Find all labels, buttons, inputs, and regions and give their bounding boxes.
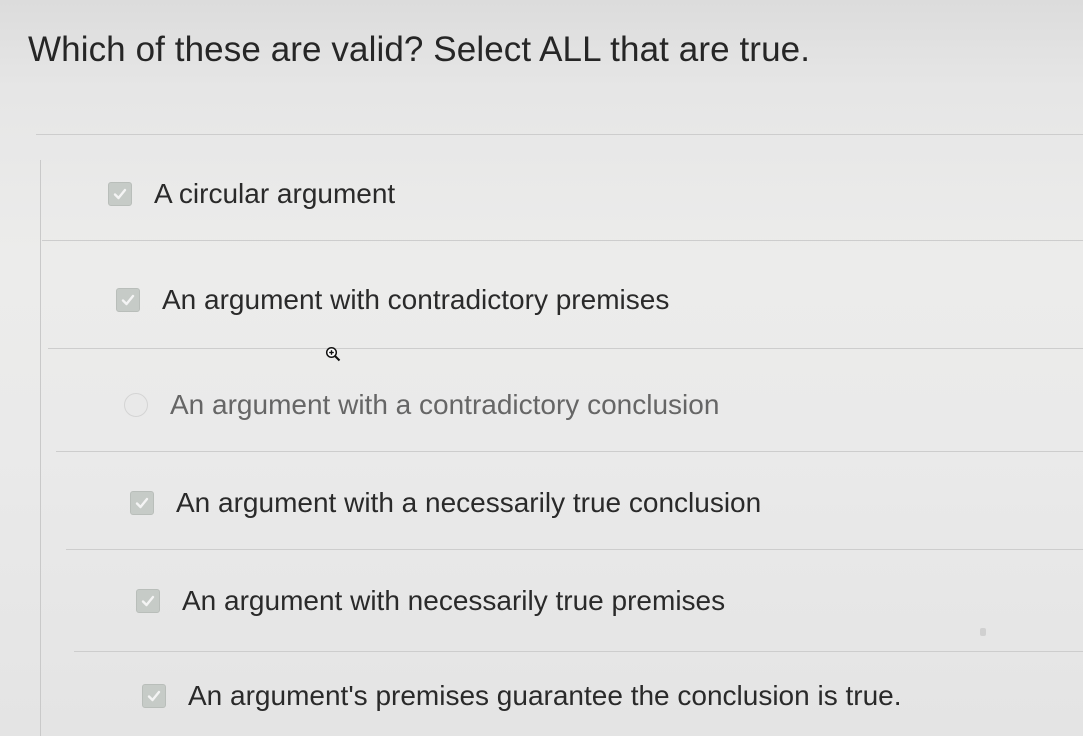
option-label: An argument with necessarily true premis…	[182, 585, 726, 616]
checkbox-checked-icon[interactable]	[108, 182, 132, 206]
checkbox-checked-icon[interactable]	[136, 589, 160, 613]
divider	[48, 348, 1083, 349]
left-border	[40, 160, 41, 736]
divider	[66, 549, 1083, 550]
divider	[56, 451, 1083, 452]
option-necessarily-true-premises[interactable]: An argument with necessarily true premis…	[136, 585, 725, 617]
option-contradictory-conclusion[interactable]: An argument with a contradictory conclus…	[124, 389, 719, 421]
option-premises-guarantee-conclusion[interactable]: An argument's premises guarantee the con…	[142, 680, 902, 712]
decorative-mark	[980, 628, 986, 636]
option-necessarily-true-conclusion[interactable]: An argument with a necessarily true conc…	[130, 487, 761, 519]
option-label: An argument with a necessarily true conc…	[176, 487, 762, 518]
zoom-in-cursor-icon	[325, 346, 341, 362]
option-label: An argument with a contradictory conclus…	[170, 389, 720, 420]
checkbox-checked-icon[interactable]	[116, 288, 140, 312]
checkbox-unchecked-icon[interactable]	[124, 393, 148, 417]
option-contradictory-premises[interactable]: An argument with contradictory premises	[116, 284, 669, 316]
option-circular-argument[interactable]: A circular argument	[108, 178, 395, 210]
option-label: An argument's premises guarantee the con…	[188, 680, 902, 711]
option-label: An argument with contradictory premises	[162, 284, 670, 315]
checkbox-checked-icon[interactable]	[142, 684, 166, 708]
divider	[74, 651, 1083, 652]
checkbox-checked-icon[interactable]	[130, 491, 154, 515]
divider	[36, 134, 1083, 135]
question-text: Which of these are valid? Select ALL tha…	[28, 30, 811, 69]
option-label: A circular argument	[154, 178, 396, 209]
divider	[42, 240, 1083, 241]
